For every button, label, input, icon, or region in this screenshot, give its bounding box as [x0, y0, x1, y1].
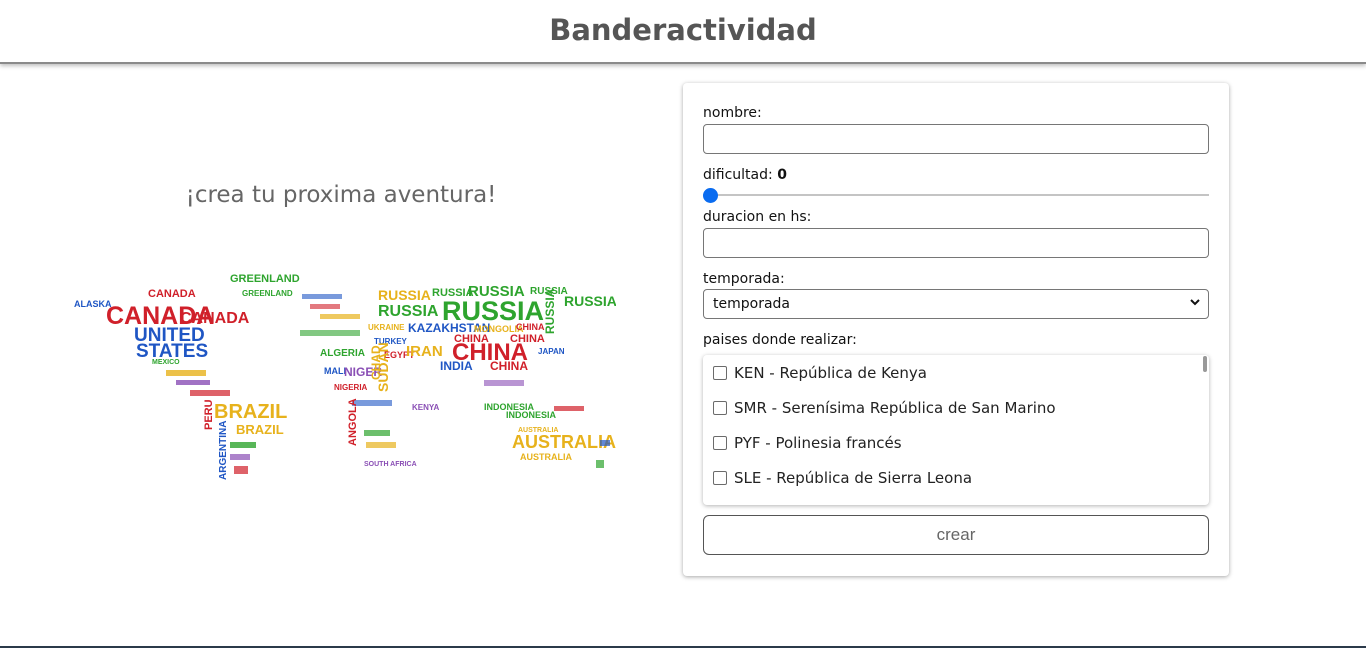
countries-scrollbar[interactable]	[1203, 356, 1207, 372]
slider-thumb[interactable]	[703, 188, 718, 203]
countries-label: paises donde realizar:	[703, 332, 857, 348]
map-word: SOUTH AFRICA	[364, 461, 417, 468]
country-checkbox[interactable]	[713, 366, 727, 380]
map-word: RUSSIA	[543, 288, 557, 334]
country-option[interactable]: KEN - República de Kenya	[713, 363, 927, 383]
map-word: JAPAN	[538, 347, 565, 356]
country-option[interactable]: SMR - Serenísima República de San Marino	[713, 398, 1056, 418]
country-option[interactable]: SLE - República de Sierra Leona	[713, 468, 972, 488]
country-option[interactable]: PYF - Polinesia francés	[713, 433, 902, 453]
map-word: CHINA	[516, 322, 545, 332]
country-option-label: PYF - Polinesia francés	[734, 434, 902, 452]
country-option-label: KEN - República de Kenya	[734, 364, 927, 382]
map-word: RUSSIA	[564, 293, 616, 309]
world-word-map-image: GREENLAND GREENLAND CANADA ALASKA CANADA…	[70, 262, 617, 484]
map-word: NIGERIA	[334, 383, 368, 392]
map-word: AUSTRALIA	[520, 452, 572, 462]
map-word: IRAN	[406, 343, 443, 360]
map-word: GREENLAND	[242, 289, 293, 298]
map-word: BRAZIL	[236, 422, 284, 437]
chevron-down-icon	[1190, 299, 1200, 306]
difficulty-label: dificultad:	[703, 167, 773, 183]
name-input[interactable]	[703, 124, 1209, 154]
name-label: nombre:	[703, 105, 762, 121]
country-option-label: SLE - República de Sierra Leona	[734, 469, 973, 487]
season-selected-value: temporada	[713, 296, 790, 312]
slider-track	[703, 194, 1209, 196]
duration-label: duracion en hs:	[703, 209, 812, 225]
map-word: ARGENTINA	[218, 421, 229, 480]
map-word: MEXICO	[152, 359, 180, 366]
map-word: KENYA	[412, 403, 439, 412]
hero-tagline: ¡crea tu proxima aventura!	[185, 182, 497, 208]
country-checkbox[interactable]	[713, 471, 727, 485]
map-word: RUSSIA	[378, 287, 431, 303]
app-header: Banderactividad	[0, 0, 1366, 64]
map-word: ANGOLA	[347, 398, 359, 446]
map-word: CANADA	[148, 288, 196, 300]
app-title: Banderactividad	[549, 13, 817, 47]
map-word: INDIA	[440, 359, 473, 373]
map-word: ALGERIA	[320, 348, 365, 359]
map-word: GREENLAND	[230, 273, 300, 285]
create-activity-form: nombre: dificultad: 0 duracion en hs: te…	[683, 83, 1229, 576]
difficulty-label-row: dificultad: 0	[703, 167, 787, 183]
map-word: CHINA	[490, 359, 528, 373]
duration-input[interactable]	[703, 228, 1209, 258]
map-word: PERU	[203, 399, 215, 430]
map-word: UKRAINE	[368, 323, 405, 332]
map-word: RUSSIA	[378, 303, 439, 320]
map-word: SUDAN	[375, 342, 391, 392]
create-button[interactable]: crear	[703, 515, 1209, 555]
difficulty-value: 0	[777, 167, 787, 183]
map-word: MALI	[324, 366, 346, 376]
difficulty-slider[interactable]	[703, 187, 1209, 203]
countries-list[interactable]: KEN - República de Kenya SMR - Serenísim…	[703, 355, 1209, 505]
country-option-label: SMR - Serenísima República de San Marino	[734, 399, 1056, 417]
map-word: INDONESIA	[506, 410, 557, 420]
map-word: BRAZIL	[214, 401, 287, 423]
country-checkbox[interactable]	[713, 401, 727, 415]
map-word: AUSTRALIA	[518, 427, 558, 434]
season-label: temporada:	[703, 271, 785, 287]
country-checkbox[interactable]	[713, 436, 727, 450]
season-select[interactable]: temporada	[703, 289, 1209, 319]
